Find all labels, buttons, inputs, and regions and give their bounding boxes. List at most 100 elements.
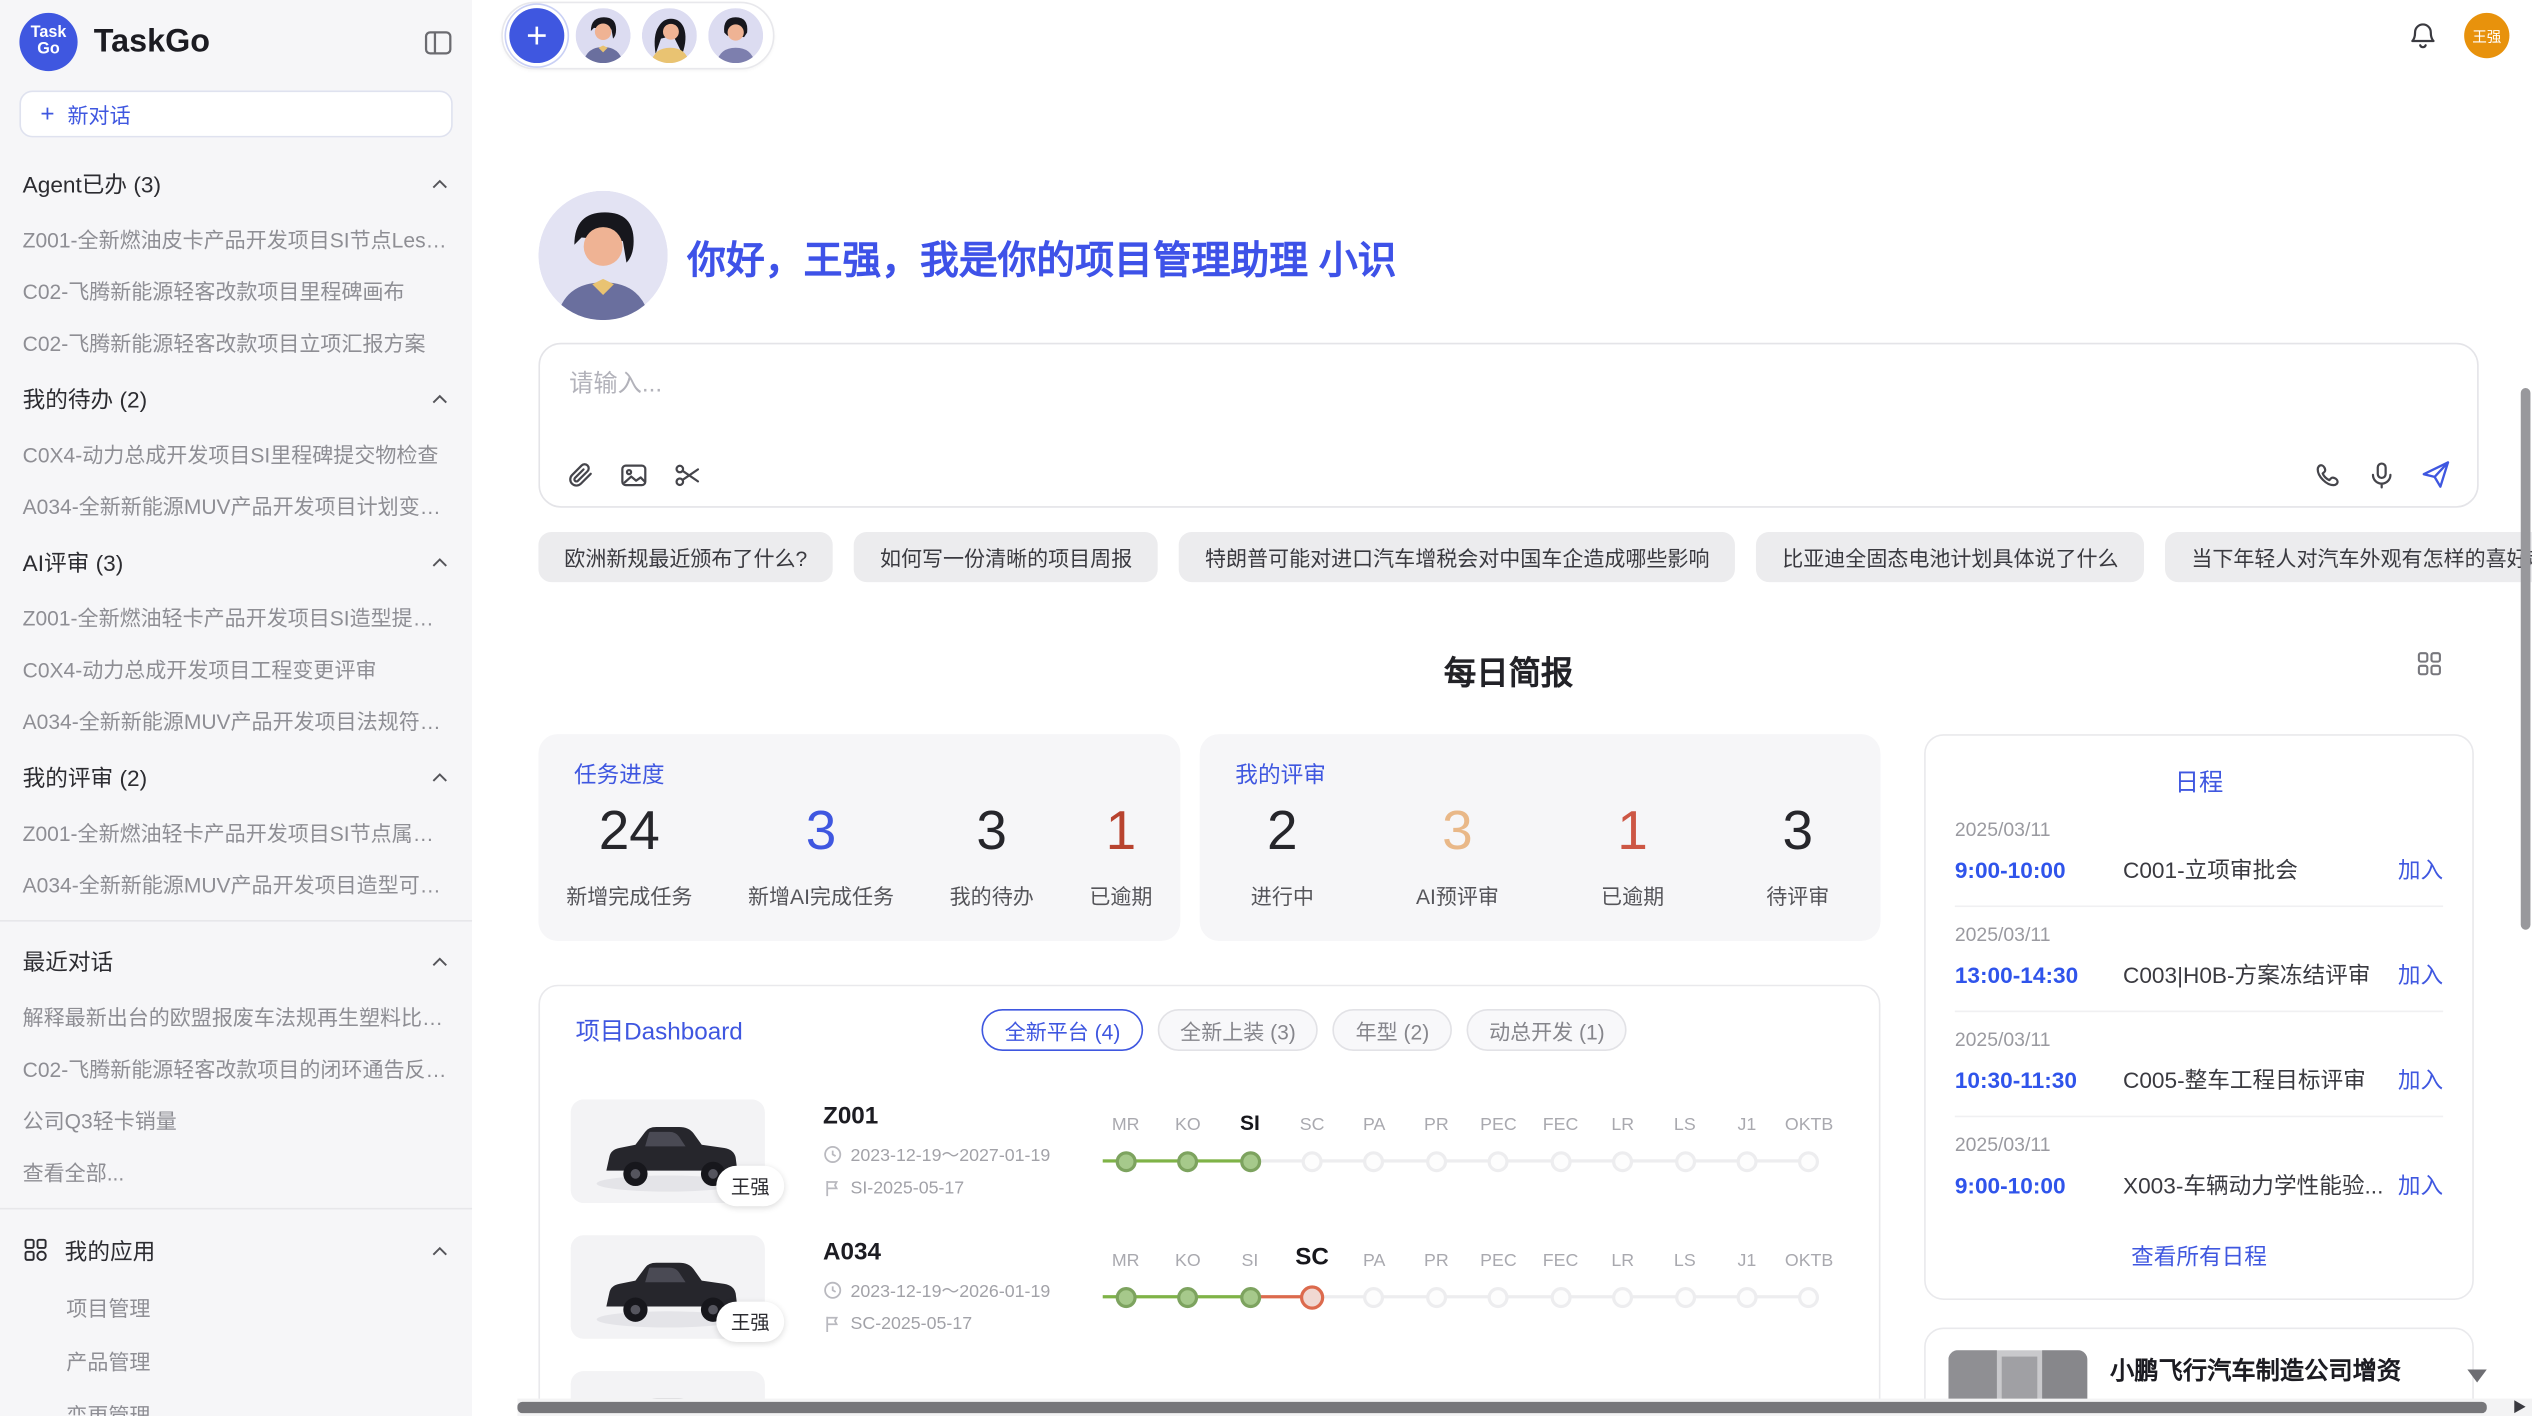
collapse-sidebar-icon[interactable]: [424, 28, 453, 55]
app-item[interactable]: 产品管理: [0, 1334, 472, 1387]
my-apps-header[interactable]: 我的应用: [0, 1219, 472, 1280]
milestone-node[interactable]: [1177, 1286, 1198, 1307]
app-item[interactable]: 变更管理: [0, 1387, 472, 1416]
view-all-chats[interactable]: 查看全部...: [0, 1146, 472, 1198]
sidebar-sections: Agent已办 (3)Z001-全新燃油皮卡产品开发项目SI节点Lesson L…: [0, 154, 472, 1416]
phone-icon[interactable]: [2314, 460, 2343, 489]
milestone-node[interactable]: [1612, 1150, 1633, 1171]
sidebar-section-header[interactable]: 我的评审 (2): [0, 747, 472, 807]
milestone-node[interactable]: [1550, 1286, 1571, 1307]
sidebar-item[interactable]: C02-飞腾新能源轻客改款项目立项汇报方案: [0, 317, 472, 369]
sidebar-item[interactable]: C0X4-动力总成开发项目SI里程碑提交物检查: [0, 428, 472, 480]
recent-chat-item[interactable]: C02-飞腾新能源轻客改款项目的闭环通告反馈情况: [0, 1043, 472, 1095]
milestone-node[interactable]: [1364, 1286, 1385, 1307]
view-all-schedule-link[interactable]: 查看所有日程: [1955, 1221, 2443, 1289]
suggestion-chip[interactable]: 如何写一份清晰的项目周报: [854, 532, 1158, 582]
assistant-avatar-2[interactable]: [642, 8, 697, 63]
dashboard-filter-chip[interactable]: 年型 (2): [1333, 1009, 1452, 1051]
recent-chats-header[interactable]: 最近对话: [0, 931, 472, 991]
suggestion-chip[interactable]: 特朗普可能对进口汽车增税会对中国车企造成哪些影响: [1179, 532, 1735, 582]
user-avatar[interactable]: 王强: [2464, 13, 2509, 58]
schedule-event: 2025/03/119:00-10:00X003-车辆动力学性能验...加入: [1955, 1117, 2443, 1220]
milestone-node[interactable]: [1736, 1286, 1757, 1307]
join-meeting-link[interactable]: 加入: [2398, 1064, 2443, 1096]
recent-chat-item[interactable]: 公司Q3轻卡销量: [0, 1095, 472, 1147]
milestone-node[interactable]: [1799, 1286, 1820, 1307]
sidebar-section-header[interactable]: 我的待办 (2): [0, 369, 472, 429]
scissors-icon[interactable]: [673, 461, 702, 490]
milestone-node[interactable]: [1488, 1150, 1509, 1171]
notifications-bell-icon[interactable]: [2408, 20, 2439, 51]
suggestion-chip[interactable]: 当下年轻人对汽车外观有怎样的喜好趋势: [2165, 532, 2532, 582]
add-assistant-button[interactable]: [509, 8, 564, 63]
sidebar-item[interactable]: Z001-全新燃油皮卡产品开发项目SI节点Lesson Learn报告: [0, 213, 472, 265]
sidebar-item[interactable]: Z001-全新燃油轻卡产品开发项目SI节点属性5D文件评审: [0, 807, 472, 859]
milestone-node[interactable]: [1612, 1286, 1633, 1307]
milestone-node[interactable]: [1300, 1285, 1324, 1309]
sidebar-item[interactable]: A034-全新新能源MUV产品开发项目造型可行性评审: [0, 859, 472, 911]
sidebar-section-header[interactable]: AI评审 (3): [0, 532, 472, 592]
milestone-node[interactable]: [1550, 1150, 1571, 1171]
horizontal-scrollbar[interactable]: [517, 1399, 2532, 1416]
clock-icon: [823, 1281, 842, 1300]
milestone-label: LS: [1674, 1239, 1696, 1271]
project-dates: 2023-12-19～2026-01-19: [823, 1277, 1095, 1303]
join-meeting-link[interactable]: 加入: [2398, 1169, 2443, 1201]
scroll-down-arrow[interactable]: [2467, 1370, 2486, 1383]
milestone-node[interactable]: [1364, 1150, 1385, 1171]
stat-label: 新增完成任务: [566, 880, 692, 911]
layout-grid-icon[interactable]: [2416, 650, 2443, 677]
milestone-node[interactable]: [1115, 1150, 1136, 1171]
sidebar-item[interactable]: C02-飞腾新能源轻客改款项目里程碑画布: [0, 265, 472, 317]
app-item[interactable]: 项目管理: [0, 1281, 472, 1334]
vertical-scrollbar-thumb[interactable]: [2521, 388, 2531, 930]
milestone-node[interactable]: [1736, 1150, 1757, 1171]
sidebar-item[interactable]: C0X4-动力总成开发项目工程变更评审: [0, 644, 472, 696]
microphone-icon[interactable]: [2367, 460, 2396, 489]
schedule-event: 2025/03/1113:00-14:30C003|H0B-方案冻结评审加入: [1955, 907, 2443, 1012]
milestone-node[interactable]: [1239, 1286, 1260, 1307]
sidebar-item[interactable]: A034-全新新能源MUV产品开发项目法规符合性评审: [0, 695, 472, 747]
milestone-node[interactable]: [1674, 1150, 1695, 1171]
new-chat-button[interactable]: + 新对话: [19, 91, 452, 138]
recent-chat-item[interactable]: 解释最新出台的欧盟报废车法规再生塑料比例被调至15%...: [0, 991, 472, 1043]
dashboard-filter-chip[interactable]: 全新上装 (3): [1158, 1009, 1319, 1051]
milestone-node[interactable]: [1426, 1150, 1447, 1171]
assistant-avatar-3[interactable]: [708, 8, 763, 63]
project-owner-badge: 王强: [716, 1302, 784, 1342]
milestone: SC: [1281, 1239, 1343, 1310]
milestone-node[interactable]: [1177, 1150, 1198, 1171]
stat: 3新增AI完成任务: [748, 799, 894, 911]
join-meeting-link[interactable]: 加入: [2398, 854, 2443, 886]
milestone: LS: [1654, 1103, 1716, 1174]
sidebar-item[interactable]: A034-全新新能源MUV产品开发项目计划变更表编写: [0, 480, 472, 532]
dashboard-filter-chip[interactable]: 全新平台 (4): [982, 1009, 1143, 1051]
join-meeting-link[interactable]: 加入: [2398, 959, 2443, 991]
milestone: OKTB: [1778, 1103, 1840, 1174]
scroll-right-arrow[interactable]: [2514, 1400, 2525, 1413]
sidebar-item[interactable]: Z001-全新燃油轻卡产品开发项目SI造型提交物评审: [0, 592, 472, 644]
suggestion-chip[interactable]: 比亚迪全固态电池计划具体说了什么: [1756, 532, 2144, 582]
chat-input[interactable]: [553, 354, 1941, 414]
milestone-node[interactable]: [1674, 1286, 1695, 1307]
milestone-node[interactable]: [1799, 1150, 1820, 1171]
paperclip-icon[interactable]: [566, 461, 595, 490]
milestone-node[interactable]: [1426, 1286, 1447, 1307]
milestone-node[interactable]: [1302, 1150, 1323, 1171]
suggestion-chip[interactable]: 欧洲新规最近颁布了什么?: [538, 532, 833, 582]
project-code: A034: [823, 1239, 1095, 1266]
sidebar-section-header[interactable]: Agent已办 (3): [0, 154, 472, 214]
send-icon[interactable]: [2420, 459, 2451, 490]
assistant-avatar-1[interactable]: [576, 8, 631, 63]
vertical-scrollbar[interactable]: [2519, 0, 2532, 1416]
image-icon[interactable]: [619, 461, 648, 490]
horizontal-scrollbar-thumb[interactable]: [517, 1402, 2486, 1413]
event-name: X003-车辆动力学性能验...: [2110, 1169, 2398, 1201]
milestone-node[interactable]: [1488, 1286, 1509, 1307]
milestone-node[interactable]: [1239, 1150, 1260, 1171]
milestone-node[interactable]: [1115, 1286, 1136, 1307]
project-dates: 2023-12-19～2027-01-19: [823, 1142, 1095, 1168]
dashboard-title: 项目Dashboard: [576, 1013, 743, 1047]
dashboard-filter-chip[interactable]: 动总开发 (1): [1466, 1009, 1627, 1051]
stats-items: 24新增完成任务3新增AI完成任务3我的待办1已逾期: [538, 799, 1180, 911]
